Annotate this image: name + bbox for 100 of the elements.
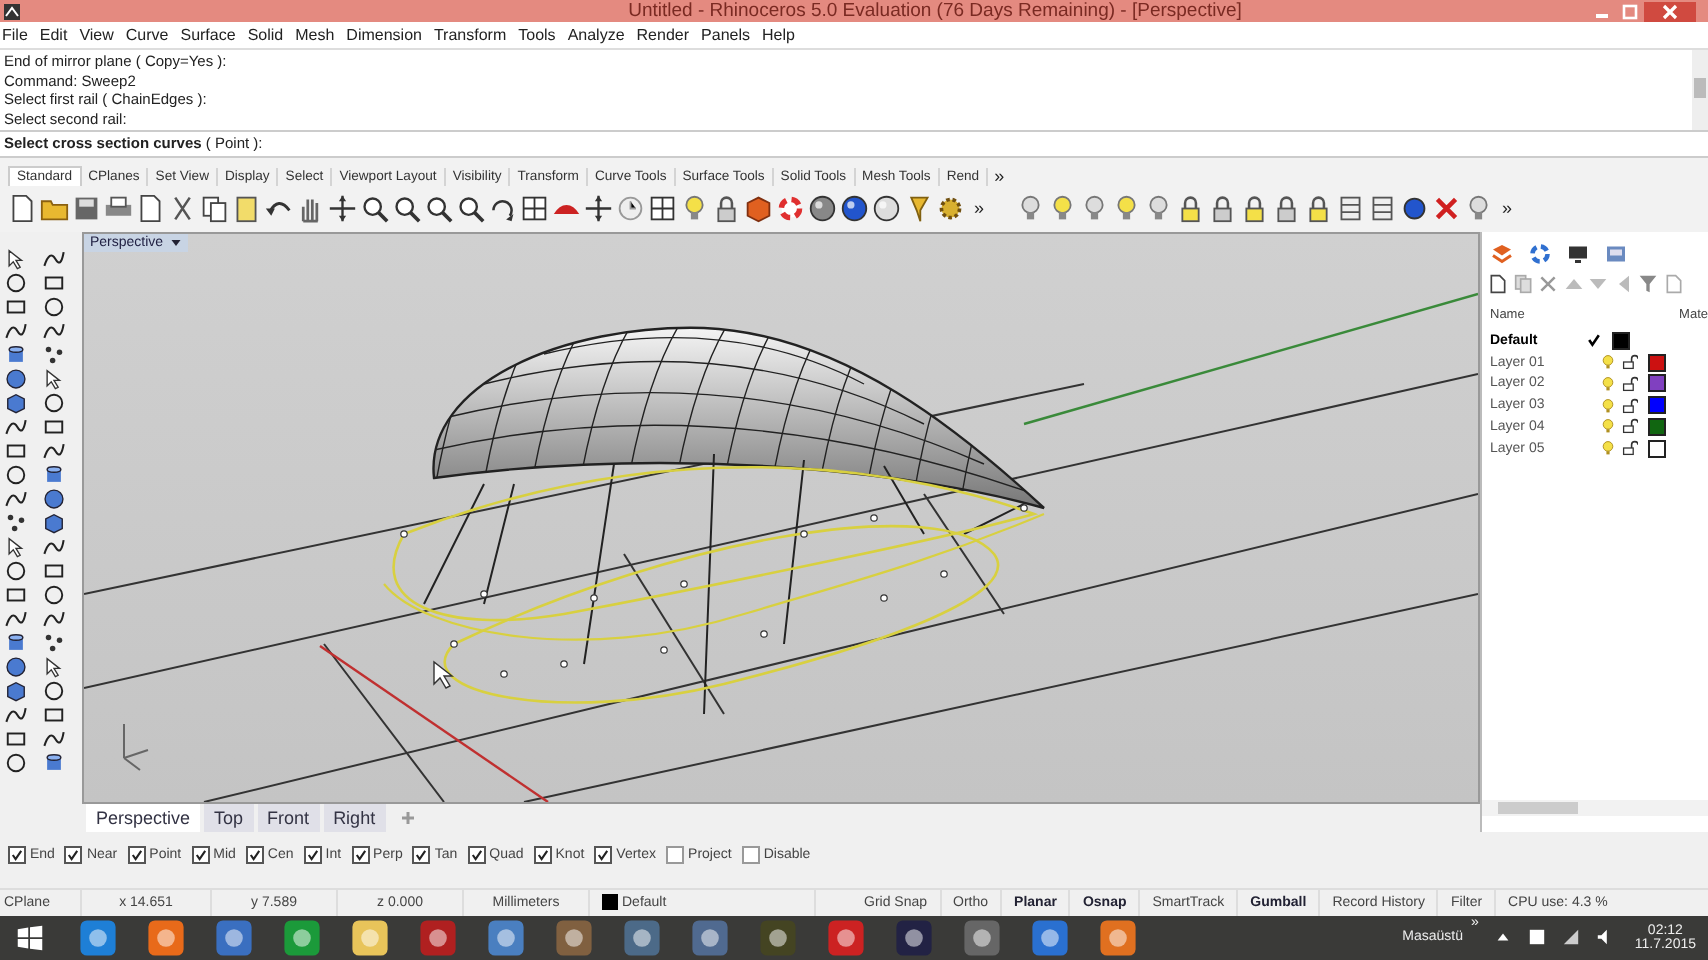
app-icon[interactable] [960, 915, 1004, 960]
app-icon[interactable] [280, 915, 324, 960]
circle-icon[interactable] [42, 679, 66, 702]
viewport-tab[interactable]: Top [204, 803, 254, 832]
rectangle-icon[interactable] [4, 583, 28, 606]
unlocked-icon[interactable] [1622, 440, 1638, 457]
copy-icon[interactable] [200, 194, 229, 223]
sphere-icon[interactable] [4, 655, 28, 678]
color-swatch[interactable] [1648, 439, 1666, 458]
gear-icon[interactable] [936, 194, 965, 223]
curve-icon[interactable] [42, 535, 66, 558]
network-icon[interactable] [1562, 928, 1581, 947]
lock-icon[interactable] [1176, 194, 1206, 223]
app-icon[interactable] [1028, 915, 1072, 960]
circle-icon[interactable] [4, 559, 28, 582]
sphere-icon[interactable] [872, 194, 901, 223]
menu-item[interactable]: Render [636, 26, 690, 45]
menu-item[interactable]: File [2, 26, 28, 45]
app-icon[interactable] [348, 915, 392, 960]
curve-icon[interactable] [4, 703, 28, 726]
curve-icon[interactable] [42, 319, 66, 342]
menu-item[interactable]: Surface [180, 26, 236, 45]
box-icon[interactable] [42, 511, 66, 534]
app-icon[interactable] [1096, 915, 1140, 960]
clipboard-icon[interactable] [232, 194, 261, 223]
magnifier-icon[interactable] [392, 194, 421, 223]
curve-icon[interactable] [42, 247, 66, 270]
color-swatch[interactable] [1648, 353, 1666, 372]
color-swatch[interactable] [1648, 396, 1666, 415]
overflow-button[interactable]: » [988, 166, 1011, 187]
unlocked-icon[interactable] [1622, 397, 1638, 414]
curve-icon[interactable] [4, 319, 28, 342]
app-icon[interactable] [688, 915, 732, 960]
lock-icon[interactable] [1272, 194, 1302, 223]
document-icon[interactable] [1488, 273, 1508, 294]
bulb-icon[interactable] [680, 194, 709, 223]
app-icon[interactable] [620, 915, 664, 960]
sphere-icon[interactable] [808, 194, 837, 223]
close-icon[interactable] [1644, 1, 1696, 22]
cylinder-icon[interactable] [4, 631, 28, 654]
menu-item[interactable]: Mesh [295, 26, 335, 45]
layers-icon[interactable] [1490, 241, 1514, 266]
rectangle-icon[interactable] [42, 703, 66, 726]
magnifier-icon[interactable] [456, 194, 485, 223]
folder-icon[interactable] [40, 194, 69, 223]
rectangle-icon[interactable] [4, 439, 28, 462]
menu-item[interactable]: Transform [433, 26, 507, 45]
curve-icon[interactable] [42, 439, 66, 462]
curve-icon[interactable] [4, 487, 28, 510]
unlocked-icon[interactable] [1622, 418, 1638, 435]
sphere-icon[interactable] [42, 487, 66, 510]
circle-icon[interactable] [4, 271, 28, 294]
app-icon[interactable] [552, 915, 596, 960]
sphere-icon[interactable] [1400, 194, 1430, 223]
rectangle-icon[interactable] [42, 415, 66, 438]
color-swatch[interactable] [1648, 417, 1666, 436]
dots-icon[interactable] [4, 511, 28, 534]
scissors-icon[interactable] [168, 194, 197, 223]
color-swatch[interactable] [1612, 331, 1630, 350]
unlocked-icon[interactable] [1622, 375, 1638, 392]
circle-icon[interactable] [42, 583, 66, 606]
curve-icon[interactable] [4, 415, 28, 438]
color-wheel-icon[interactable] [776, 194, 805, 223]
cube-icon[interactable] [744, 194, 773, 223]
lock-icon[interactable] [1240, 194, 1270, 223]
box-icon[interactable] [4, 391, 28, 414]
display-icon[interactable] [1604, 241, 1628, 266]
menu-item[interactable]: Help [762, 26, 795, 45]
app-icon[interactable] [144, 915, 188, 960]
magnifier-icon[interactable] [360, 194, 389, 223]
cross-icon[interactable] [1432, 194, 1462, 223]
cylinder-icon[interactable] [4, 343, 28, 366]
sphere-icon[interactable] [4, 367, 28, 390]
curve-icon[interactable] [42, 727, 66, 750]
scrollbar[interactable] [1692, 50, 1708, 131]
menu-item[interactable]: View [79, 26, 114, 45]
menu-item[interactable]: Solid [247, 26, 284, 45]
cylinder-icon[interactable] [42, 751, 66, 774]
app-icon[interactable] [824, 915, 868, 960]
delete-icon[interactable] [1538, 273, 1558, 294]
menu-item[interactable]: Panels [701, 26, 750, 45]
app-icon[interactable] [416, 915, 460, 960]
rectangle-icon[interactable] [42, 271, 66, 294]
overflow-button[interactable]: » [968, 198, 991, 219]
app-icon[interactable] [756, 915, 800, 960]
rotate-icon[interactable] [488, 194, 517, 223]
curve-icon[interactable] [4, 607, 28, 630]
rectangle-icon[interactable] [4, 295, 28, 318]
curve-icon[interactable] [42, 607, 66, 630]
menu-item[interactable]: Edit [39, 26, 68, 45]
app-icon[interactable] [212, 915, 256, 960]
up-arrow-icon[interactable] [1494, 928, 1513, 947]
circle-icon[interactable] [4, 751, 28, 774]
lock-icon[interactable] [1304, 194, 1334, 223]
app-icon[interactable] [484, 915, 528, 960]
cylinder-icon[interactable] [42, 463, 66, 486]
color-swatch[interactable] [1648, 374, 1666, 393]
viewport-tab[interactable]: Front [257, 803, 320, 832]
lock-icon[interactable] [712, 194, 741, 223]
magnifier-icon[interactable] [424, 194, 453, 223]
